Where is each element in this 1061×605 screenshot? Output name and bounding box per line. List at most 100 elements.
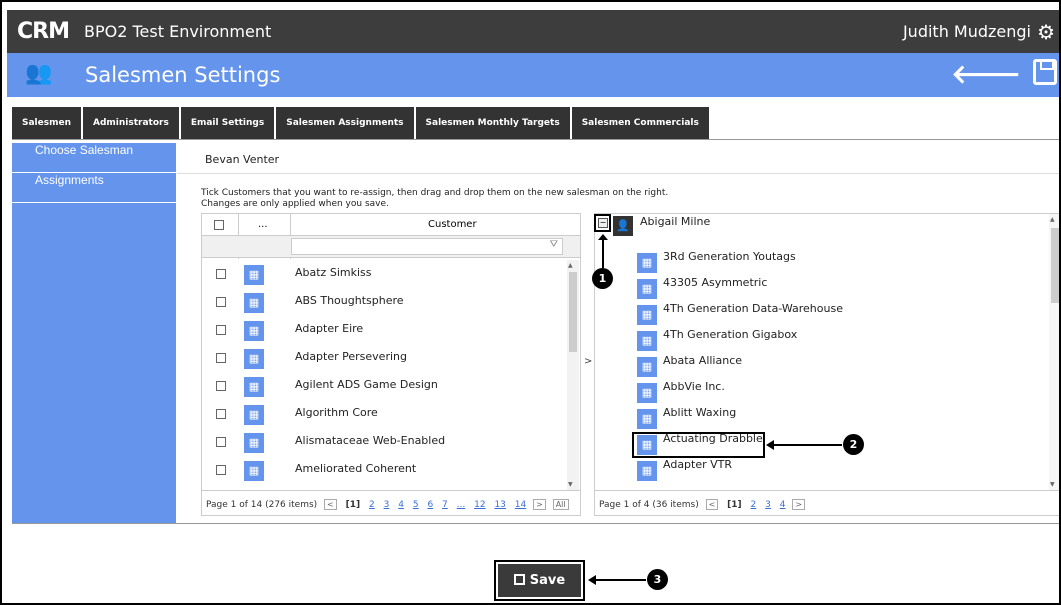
prev-page-button[interactable]: < — [324, 499, 337, 510]
floppy-disk-icon[interactable] — [1033, 59, 1057, 85]
filter-icon[interactable]: ⛛ — [550, 239, 558, 250]
row-checkbox[interactable] — [216, 465, 226, 475]
row-checkbox[interactable] — [216, 381, 226, 391]
row-checkbox[interactable] — [216, 353, 226, 363]
table-row[interactable]: ▦ Abatz Simkiss — [202, 260, 566, 288]
salesman-assignment-panel: − 👤 Abigail Milne ▦ 3Rd Generation Youta… — [594, 213, 1059, 516]
table-row[interactable]: ▦ ABS Thoughtsphere — [202, 288, 566, 316]
tab-salesmen-commercials[interactable]: Salesmen Commercials — [571, 107, 709, 139]
salesman-chooser[interactable]: Bevan Venter — [177, 147, 1059, 174]
prev-page-button[interactable]: < — [705, 499, 719, 510]
assigned-customer-name: 43305 Asymmetric — [663, 276, 768, 289]
pager-link[interactable]: 3 — [765, 500, 771, 510]
move-panel: > — [582, 213, 594, 516]
row-checkbox[interactable] — [216, 409, 226, 419]
customer-name: Ameliorated Coherent — [295, 462, 417, 475]
pager-current-page: [1] — [727, 500, 742, 510]
scroll-down-icon[interactable]: ▼ — [1050, 481, 1055, 488]
pager-link[interactable]: 6 — [427, 500, 433, 510]
assigned-customer-name: Abata Alliance — [663, 354, 743, 367]
building-icon: ▦ — [244, 405, 264, 425]
instructions: Tick Customers that you want to re-assig… — [201, 188, 668, 210]
pager-link[interactable]: 12 — [474, 500, 485, 510]
building-icon: ▦ — [637, 331, 657, 351]
table-row[interactable]: ▦ Algorithm Core — [202, 400, 566, 428]
customer-name: Adapter Eire — [295, 322, 364, 335]
content-bottom-divider — [12, 523, 1059, 524]
tab-salesmen-monthly-targets[interactable]: Salesmen Monthly Targets — [415, 107, 570, 139]
building-icon: ▦ — [637, 461, 657, 481]
building-icon: ▦ — [637, 279, 657, 299]
next-page-button[interactable]: > — [533, 499, 546, 510]
pager-link[interactable]: 5 — [413, 500, 419, 510]
pager-link[interactable]: 13 — [494, 500, 505, 510]
show-all-button[interactable]: All — [552, 499, 569, 510]
save-button[interactable]: Save — [494, 560, 585, 601]
tab-email-settings[interactable]: Email Settings — [180, 107, 275, 139]
collapse-toggle-icon[interactable]: − — [598, 218, 608, 228]
scroll-down-icon[interactable]: ▼ — [568, 481, 573, 488]
customer-filter-input[interactable]: ⛛ — [291, 238, 563, 255]
row-checkbox[interactable] — [216, 437, 226, 447]
pager-link[interactable]: 14 — [515, 500, 526, 510]
scrollbar-thumb[interactable] — [1051, 228, 1059, 303]
pager-link[interactable]: 3 — [384, 500, 390, 510]
customer-pager: Page 1 of 14 (276 items) < [1] 2 3 4 5 6… — [202, 490, 580, 515]
building-icon: ▦ — [637, 409, 657, 429]
user-name[interactable]: Judith Mudzengi — [903, 22, 1031, 41]
pager-summary: Page 1 of 4 (36 items) — [599, 500, 699, 510]
pager-link[interactable]: 4 — [780, 500, 786, 510]
table-row[interactable]: ▦ Agilent ADS Game Design — [202, 372, 566, 400]
column-options[interactable]: ... — [258, 219, 268, 230]
table-row[interactable]: ▦ Alismataceae Web-Enabled — [202, 428, 566, 456]
move-right-button[interactable]: > — [584, 356, 592, 367]
scroll-up-icon[interactable]: ▲ — [1050, 216, 1055, 223]
row-checkbox[interactable] — [216, 297, 226, 307]
page-title: Salesmen Settings — [85, 63, 281, 87]
callout-arrowhead-2 — [766, 440, 774, 450]
customer-scrollbar[interactable]: ▲ ▼ — [567, 260, 579, 490]
selected-salesman[interactable]: Bevan Venter — [205, 153, 279, 166]
table-row[interactable]: ▦ Adapter Persevering — [202, 344, 566, 372]
filter-row: ⛛ — [202, 236, 580, 258]
building-icon: ▦ — [244, 265, 264, 285]
gear-icon[interactable]: ⚙ — [1037, 20, 1055, 44]
scrollbar-thumb[interactable] — [569, 272, 577, 352]
select-all-checkbox[interactable] — [214, 220, 224, 230]
sidebar-item-choose-salesman[interactable]: Choose Salesman — [12, 143, 176, 173]
building-icon: ▦ — [637, 357, 657, 377]
scroll-up-icon[interactable]: ▲ — [568, 262, 573, 269]
tab-administrators[interactable]: Administrators — [83, 107, 179, 139]
tab-salesmen-assignments[interactable]: Salesmen Assignments — [276, 107, 414, 139]
pager-ellipsis[interactable]: ... — [457, 500, 466, 510]
target-salesman[interactable]: Abigail Milne — [640, 215, 710, 228]
pager-link[interactable]: 2 — [751, 500, 757, 510]
sidebar-item-assignments[interactable]: Assignments — [12, 173, 176, 203]
column-header-customer[interactable]: Customer — [428, 219, 477, 230]
users-icon: 👥 — [25, 61, 53, 86]
tab-bar: Salesmen Administrators Email Settings S… — [12, 107, 711, 139]
tab-salesmen[interactable]: Salesmen — [12, 107, 81, 139]
table-row[interactable]: ▦ Ameliorated Coherent — [202, 456, 566, 484]
callout-arrow-3 — [596, 579, 646, 581]
page-header: 👥 Salesmen Settings 🡐 — [7, 53, 1059, 97]
row-checkbox[interactable] — [216, 269, 226, 279]
building-icon: ▦ — [637, 305, 657, 325]
back-arrow-icon[interactable]: 🡐 — [951, 59, 1021, 90]
assigned-customer-name: 4Th Generation Gigabox — [663, 328, 798, 341]
pager-link[interactable]: 7 — [442, 500, 448, 510]
assignment-scrollbar[interactable]: ▲ ▼ — [1049, 214, 1059, 490]
next-page-button[interactable]: > — [792, 499, 806, 510]
building-icon: ▦ — [244, 433, 264, 453]
pager-link[interactable]: 4 — [398, 500, 404, 510]
row-checkbox[interactable] — [216, 325, 226, 335]
assigned-customer-name: Adapter VTR — [663, 458, 733, 471]
pager-link[interactable]: 2 — [369, 500, 375, 510]
building-icon: ▦ — [637, 383, 657, 403]
callout-arrowhead-3 — [588, 575, 596, 585]
callout-marker-2: 2 — [843, 434, 864, 455]
table-row[interactable]: ▦ Adapter Eire — [202, 316, 566, 344]
instructions-line-1: Tick Customers that you want to re-assig… — [201, 188, 669, 198]
assigned-customer-name: Ablitt Waxing — [663, 406, 737, 419]
customer-name: Agilent ADS Game Design — [295, 378, 438, 391]
